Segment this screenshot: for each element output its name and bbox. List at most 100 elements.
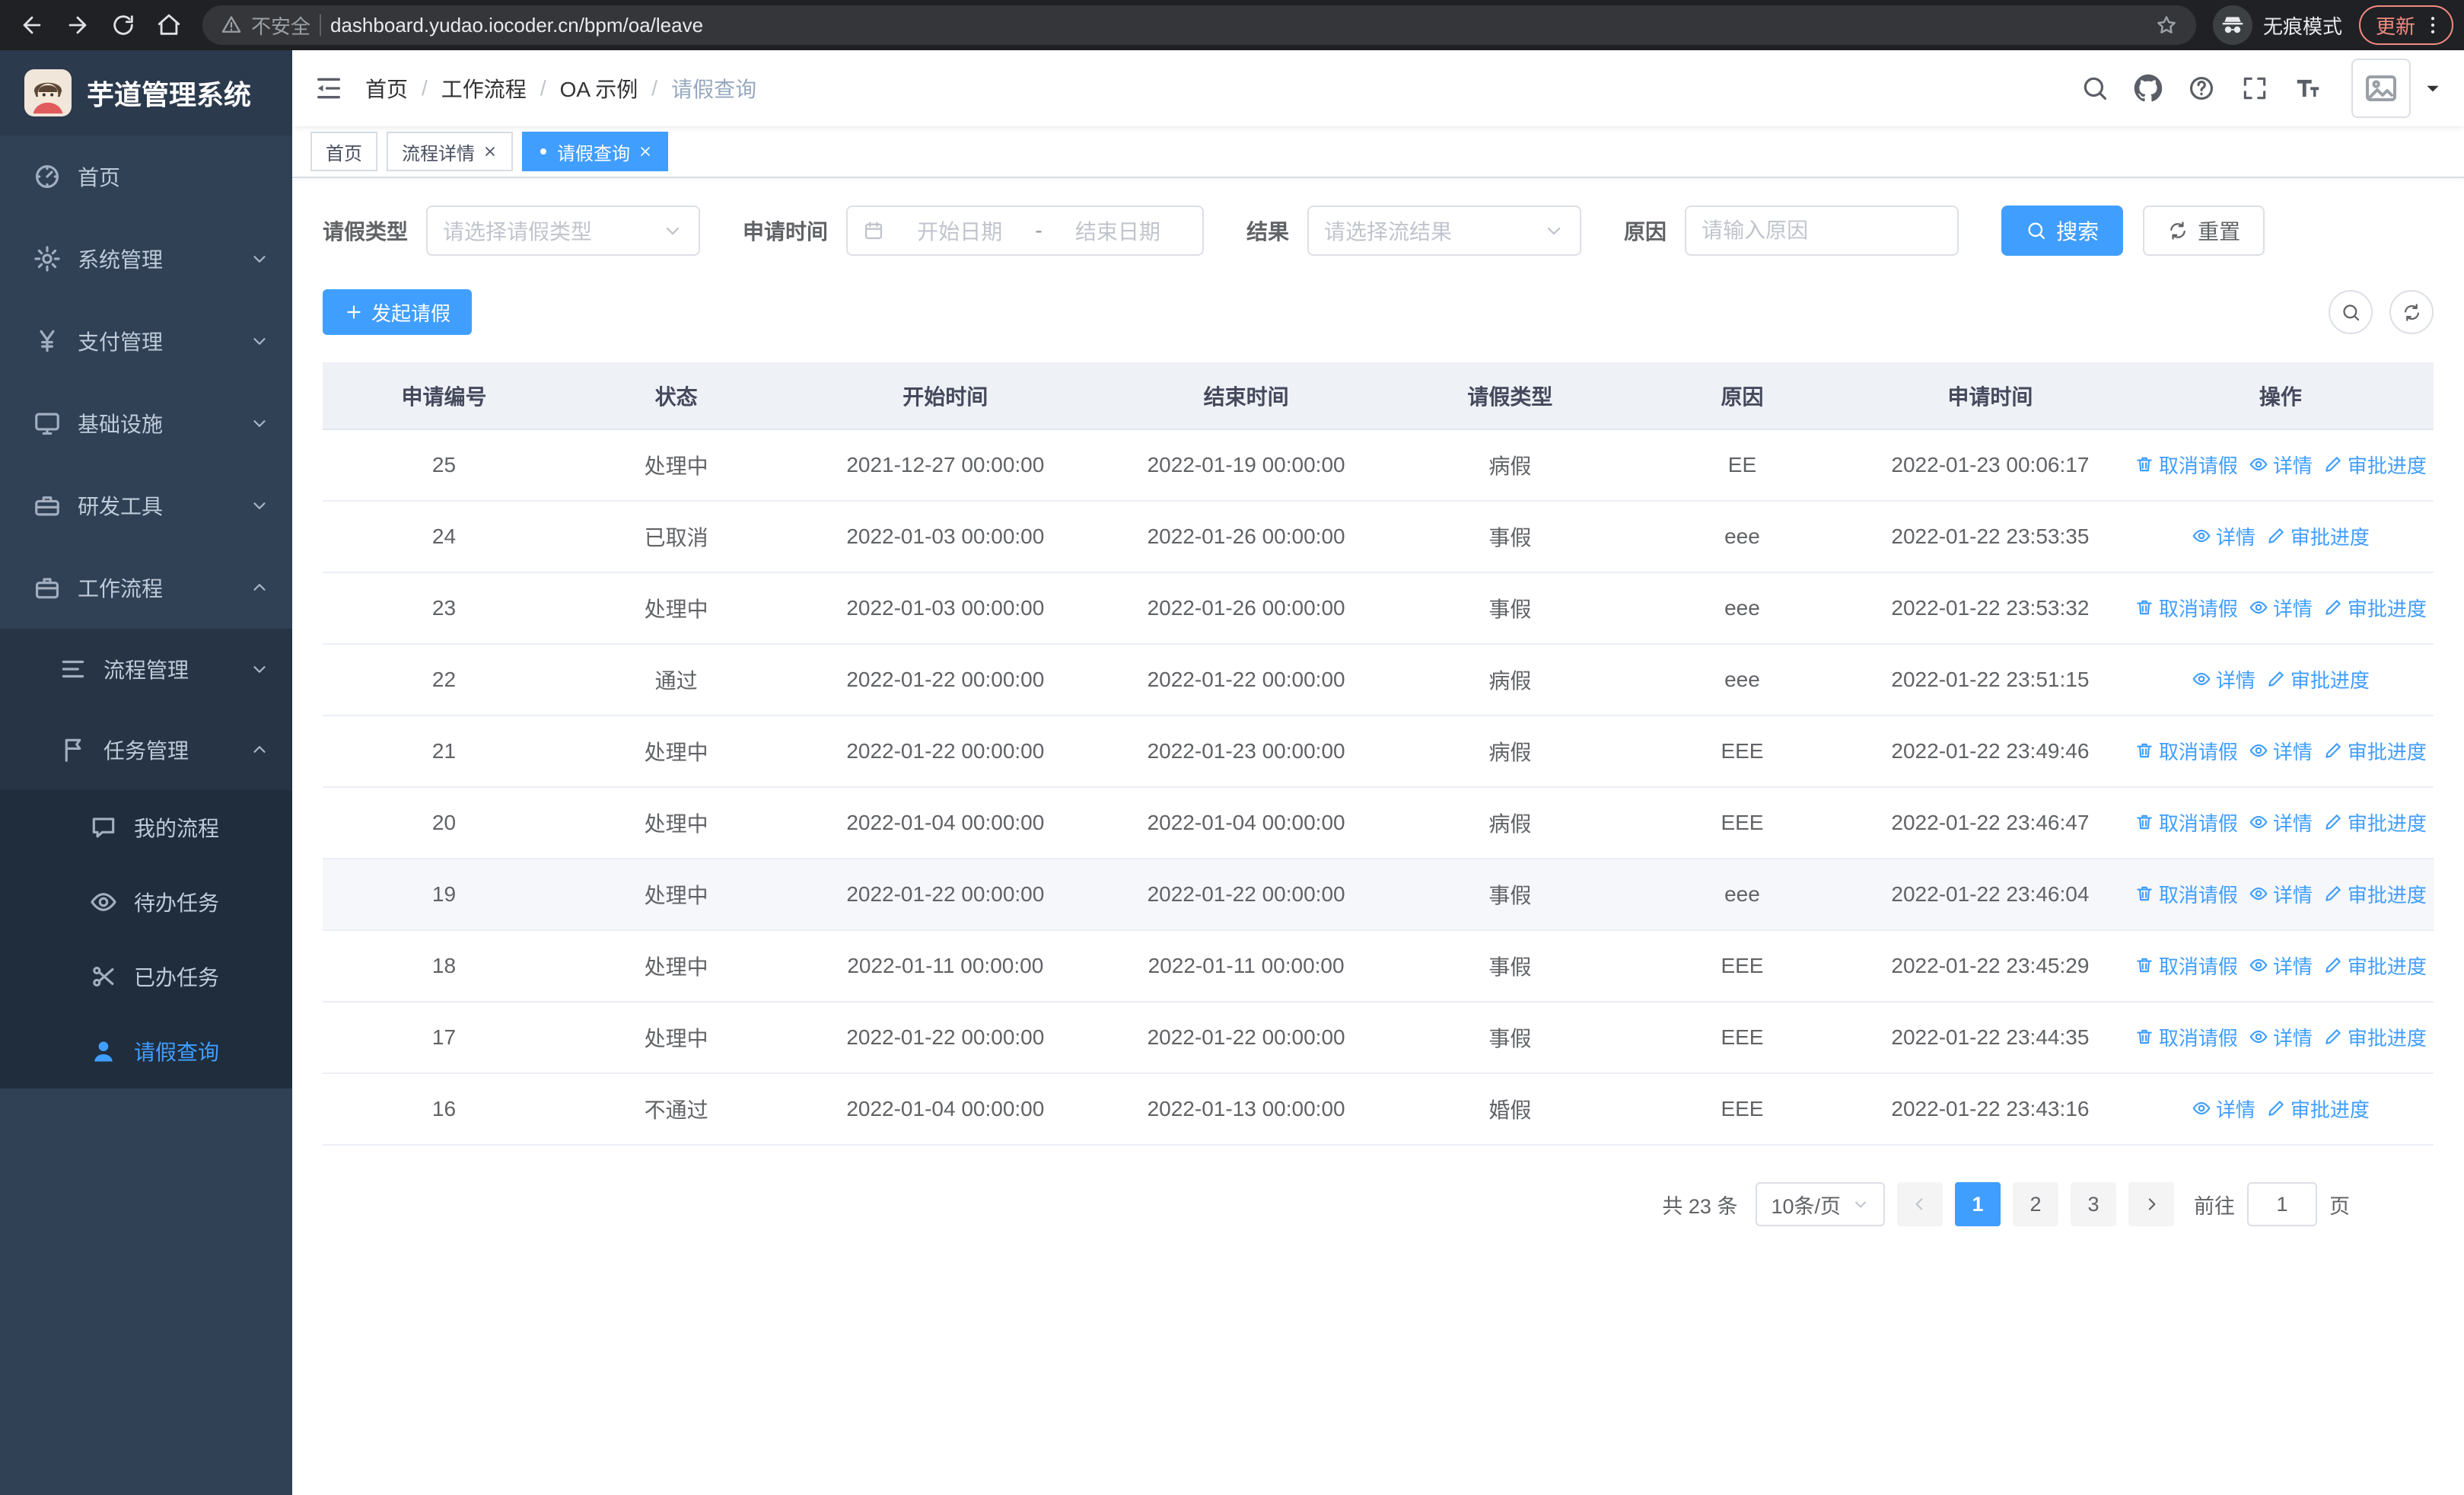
browser-home-icon[interactable] — [148, 4, 190, 46]
goto-page-input[interactable] — [2247, 1182, 2317, 1226]
apply-time-range-picker[interactable]: 开始日期 - 结束日期 — [846, 206, 1205, 256]
sidebar-item-infrastructure[interactable]: 基础设施 — [0, 382, 292, 464]
breadcrumb-item[interactable]: OA 示例 — [560, 73, 638, 104]
browser-update-button[interactable]: 更新 — [2358, 5, 2453, 45]
cell-apply-time: 2022-01-22 23:43:16 — [1853, 1073, 2128, 1146]
detail-link[interactable]: 详情 — [2249, 880, 2313, 908]
bookmark-star-icon[interactable] — [2155, 14, 2178, 37]
sidebar-item-leave-query[interactable]: 请假查询 — [0, 1014, 292, 1089]
cell-leave-type: 事假 — [1388, 572, 1632, 645]
detail-link[interactable]: 详情 — [2249, 1023, 2313, 1051]
close-icon[interactable] — [482, 144, 498, 159]
sidebar-item-my-process[interactable]: 我的流程 — [0, 790, 292, 865]
sidebar-item-dev-tools[interactable]: 研发工具 — [0, 464, 292, 547]
view-icon — [2249, 884, 2268, 904]
cancel-leave-link[interactable]: 取消请假 — [2135, 880, 2238, 908]
browser-reload-icon[interactable] — [102, 4, 145, 46]
approval-progress-link[interactable]: 审批进度 — [2323, 808, 2427, 837]
search-icon[interactable] — [2074, 68, 2115, 109]
create-leave-button[interactable]: 发起请假 — [323, 289, 473, 335]
sidebar-item-system-management[interactable]: 系统管理 — [0, 218, 292, 300]
sidebar-item-todo-tasks[interactable]: 待办任务 — [0, 865, 292, 939]
cell-end-time: 2022-01-26 00:00:00 — [1103, 501, 1389, 573]
address-bar[interactable]: 不安全 dashboard.yudao.iocoder.cn/bpm/oa/le… — [202, 5, 2196, 45]
cancel-leave-link[interactable]: 取消请假 — [2135, 737, 2238, 765]
browser-forward-icon[interactable] — [56, 4, 99, 46]
reason-input[interactable] — [1685, 206, 1959, 256]
search-button[interactable]: 搜索 — [2001, 206, 2124, 256]
leave-type-select[interactable]: 请选择请假类型 — [426, 206, 701, 256]
detail-link[interactable]: 详情 — [2249, 952, 2313, 980]
detail-link[interactable]: 详情 — [2249, 737, 2313, 765]
detail-link[interactable]: 详情 — [2249, 451, 2313, 479]
close-icon[interactable] — [638, 144, 653, 159]
caret-down-icon[interactable] — [2423, 78, 2443, 98]
approval-progress-link[interactable]: 审批进度 — [2323, 880, 2427, 908]
approval-progress-link[interactable]: 审批进度 — [2323, 594, 2427, 622]
approval-progress-link[interactable]: 审批进度 — [2323, 1023, 2427, 1051]
approval-progress-link[interactable]: 审批进度 — [2323, 451, 2427, 479]
page-button-2[interactable]: 2 — [2013, 1182, 2058, 1226]
sidebar-item-task-management[interactable]: 任务管理 — [0, 709, 292, 790]
refresh-table-button[interactable] — [2389, 290, 2434, 334]
briefcase-icon — [30, 571, 64, 604]
cancel-leave-link[interactable]: 取消请假 — [2135, 808, 2238, 837]
prev-page-button[interactable] — [1897, 1182, 1943, 1226]
app: 芋道管理系统 首页 系统管理 支付管理 基础设施 研发工具 工作流程 流程管理 任务管理 我的流… — [0, 50, 2464, 1495]
tab-home[interactable]: 首页 — [310, 132, 377, 171]
detail-link[interactable]: 详情 — [2249, 594, 2313, 622]
detail-link[interactable]: 详情 — [2249, 808, 2313, 837]
page-button-1[interactable]: 1 — [1955, 1182, 2001, 1226]
breadcrumb-separator: / — [540, 76, 546, 100]
approval-progress-link[interactable]: 审批进度 — [2266, 665, 2370, 693]
toggle-search-button[interactable] — [2329, 290, 2373, 334]
sidebar-item-payment-management[interactable]: 支付管理 — [0, 300, 292, 382]
column-header: 申请时间 — [1853, 362, 2128, 430]
approval-progress-link-label: 审批进度 — [2347, 811, 2427, 835]
next-page-button[interactable] — [2128, 1182, 2174, 1226]
reset-button[interactable]: 重置 — [2143, 206, 2265, 256]
github-icon[interactable] — [2128, 68, 2169, 109]
detail-link-label: 详情 — [2272, 597, 2313, 620]
cancel-leave-link[interactable]: 取消请假 — [2135, 451, 2238, 479]
cancel-leave-link[interactable]: 取消请假 — [2135, 952, 2238, 980]
cancel-leave-link[interactable]: 取消请假 — [2135, 1023, 2238, 1051]
sidebar-toggle-icon[interactable] — [292, 50, 365, 126]
cell-id: 17 — [323, 1002, 565, 1074]
breadcrumb-item[interactable]: 首页 — [365, 73, 408, 104]
filter-bar: 请假类型 请选择请假类型 申请时间 开始日期 - 结束日期 结果 请选择流结果 … — [323, 206, 2434, 256]
approval-progress-link[interactable]: 审批进度 — [2266, 522, 2370, 550]
cell-operations: 取消请假 详情 审批进度 — [2127, 1002, 2434, 1074]
chevron-down-icon — [662, 220, 683, 241]
sidebar-item-home[interactable]: 首页 — [0, 135, 292, 218]
result-select[interactable]: 请选择流结果 — [1307, 206, 1582, 256]
cancel-leave-link[interactable]: 取消请假 — [2135, 594, 2238, 622]
user-avatar[interactable] — [2351, 59, 2411, 118]
table-row: 23 处理中 2022-01-03 00:00:00 2022-01-26 00:00… — [323, 572, 2434, 645]
help-icon[interactable] — [2181, 68, 2222, 109]
font-size-icon[interactable] — [2287, 68, 2329, 109]
page-button-3[interactable]: 3 — [2071, 1182, 2116, 1226]
url-text: dashboard.yudao.iocoder.cn/bpm/oa/leave — [330, 13, 704, 37]
tab-leave-query[interactable]: 请假查询 — [522, 132, 668, 171]
breadcrumb-item[interactable]: 工作流程 — [441, 73, 527, 104]
detail-link[interactable]: 详情 — [2192, 522, 2255, 550]
browser-back-icon[interactable] — [11, 4, 53, 46]
fullscreen-icon[interactable] — [2234, 68, 2275, 109]
sidebar-item-process-management[interactable]: 流程管理 — [0, 629, 292, 709]
cell-operations: 详情 审批进度 — [2127, 644, 2434, 716]
search-icon — [2026, 220, 2047, 241]
tab-process-detail[interactable]: 流程详情 — [387, 132, 513, 171]
sidebar: 芋道管理系统 首页 系统管理 支付管理 基础设施 研发工具 工作流程 流程管理 任务管理 我的流… — [0, 50, 292, 1495]
detail-link[interactable]: 详情 — [2192, 665, 2255, 693]
approval-progress-link[interactable]: 审批进度 — [2323, 737, 2427, 765]
approval-progress-link[interactable]: 审批进度 — [2266, 1095, 2370, 1123]
breadcrumb: 首页 / 工作流程 / OA 示例 / 请假查询 — [365, 73, 756, 104]
detail-link[interactable]: 详情 — [2192, 1095, 2255, 1123]
column-header: 结束时间 — [1103, 362, 1389, 430]
browser-menu-icon[interactable] — [2421, 14, 2444, 37]
sidebar-item-workflow[interactable]: 工作流程 — [0, 547, 292, 629]
sidebar-item-done-tasks[interactable]: 已办任务 — [0, 939, 292, 1014]
approval-progress-link[interactable]: 审批进度 — [2323, 952, 2427, 980]
page-size-select[interactable]: 10条/页 — [1756, 1182, 1885, 1226]
